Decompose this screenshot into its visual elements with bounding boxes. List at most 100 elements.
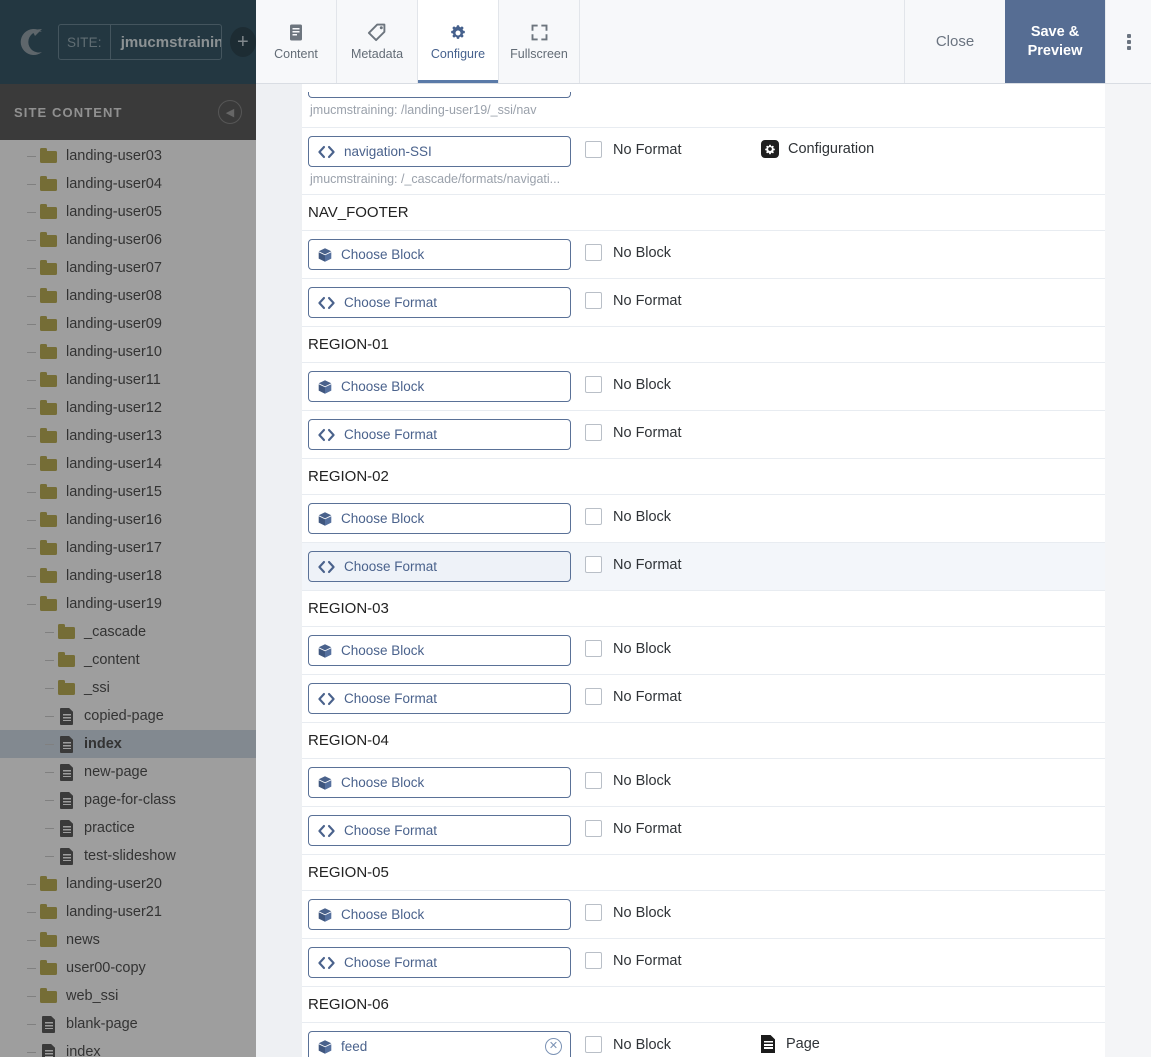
chooser-value: Choose Format xyxy=(344,295,438,310)
extra-label: Page xyxy=(786,1036,820,1052)
region-heading-label: REGION-06 xyxy=(308,996,389,1013)
chooser-column: Choose Block xyxy=(308,899,571,930)
row-extra-column xyxy=(761,503,1105,507)
checkbox-label: No Format xyxy=(613,141,682,158)
chooser-column: feed✕jmucmstraining: /landing-user19/_co… xyxy=(308,1031,571,1057)
document-icon xyxy=(287,23,305,43)
row-extra-column xyxy=(761,551,1105,555)
no-selection-column: No Format xyxy=(571,815,761,837)
no-block-checkbox[interactable] xyxy=(585,904,602,921)
choose-block-field[interactable]: feed ✕ xyxy=(308,1031,571,1057)
region-config-row: Choose Format No Format xyxy=(302,939,1105,987)
choose-format-field[interactable]: navigation-SSI xyxy=(308,136,571,167)
checkbox-label: No Format xyxy=(613,424,682,441)
chooser-value: feed xyxy=(341,1039,368,1054)
region-section-heading: NAV_FOOTER xyxy=(302,195,1105,231)
header-spacer xyxy=(580,0,905,83)
region-config-row: Choose Format No Format xyxy=(302,543,1105,591)
choose-block-field[interactable]: Choose Block xyxy=(308,371,571,402)
block-cube-icon xyxy=(317,907,333,923)
row-extra-column xyxy=(761,239,1105,243)
configure-modal: Content Metadata Configure Fullscreen Close… xyxy=(256,0,1151,1057)
no-block-checkbox[interactable] xyxy=(585,1036,602,1053)
tab-configure[interactable]: Configure xyxy=(418,0,499,83)
chooser-column: Choose Format xyxy=(308,947,571,978)
region-heading-label: REGION-01 xyxy=(308,336,389,353)
format-code-icon xyxy=(317,428,336,442)
extra-label: Configuration xyxy=(788,141,875,157)
no-format-checkbox[interactable] xyxy=(585,952,602,969)
checkbox-label: No Format xyxy=(613,820,682,837)
clear-selection-icon[interactable]: ✕ xyxy=(545,1038,562,1055)
no-selection-column: No Format xyxy=(571,551,761,573)
choose-block-field[interactable]: Choose Block xyxy=(308,635,571,666)
block-cube-icon xyxy=(317,643,333,659)
expand-icon xyxy=(530,23,549,43)
chooser-value: Choose Format xyxy=(344,427,438,442)
no-block-checkbox[interactable] xyxy=(585,244,602,261)
format-code-icon xyxy=(317,560,336,574)
block-cube-icon xyxy=(317,247,333,263)
region-config-row: Choose Block No Block xyxy=(302,759,1105,807)
chooser-column: Choose Block xyxy=(308,503,571,534)
save-and-preview-button[interactable]: Save & Preview xyxy=(1005,0,1105,83)
chooser-value: Choose Block xyxy=(341,379,425,394)
row-extra-column xyxy=(761,899,1105,903)
no-format-checkbox[interactable] xyxy=(585,141,602,158)
region-config-row: Choose Format No Format xyxy=(302,279,1105,327)
region-heading-label: REGION-05 xyxy=(308,864,389,881)
choose-format-field[interactable]: Choose Format xyxy=(308,419,571,450)
region-section-heading: REGION-03 xyxy=(302,591,1105,627)
kebab-menu-icon[interactable] xyxy=(1105,0,1151,83)
choose-format-field[interactable]: Choose Format xyxy=(308,287,571,318)
save-label-line1: Save & xyxy=(1030,24,1080,41)
no-format-checkbox[interactable] xyxy=(585,688,602,705)
no-selection-column: No Format xyxy=(571,136,761,158)
tab-fullscreen[interactable]: Fullscreen xyxy=(499,0,580,83)
no-selection-column: No Format xyxy=(571,683,761,705)
chooser-path-text: jmucmstraining: /landing-user19/_ssi/nav xyxy=(310,103,537,117)
no-block-checkbox[interactable] xyxy=(585,640,602,657)
chooser-value: Choose Format xyxy=(344,955,438,970)
scroll-track[interactable] xyxy=(1105,84,1151,1057)
tab-label: Configure xyxy=(430,46,486,61)
row-extra-column xyxy=(761,947,1105,951)
no-selection-column: No Block xyxy=(571,503,761,525)
region-section-heading: REGION-02 xyxy=(302,459,1105,495)
choose-block-field[interactable]: Choose Block xyxy=(308,239,571,270)
gear-icon xyxy=(448,23,468,43)
checkbox-label: No Block xyxy=(613,904,672,921)
no-format-checkbox[interactable] xyxy=(585,424,602,441)
tab-label: Content xyxy=(274,46,318,61)
chooser-value: Choose Format xyxy=(344,559,438,574)
no-selection-column: No Block xyxy=(571,371,761,393)
tab-content[interactable]: Content xyxy=(256,0,337,83)
choose-format-field[interactable]: Choose Format xyxy=(308,551,571,582)
block-cube-icon xyxy=(317,775,333,791)
choose-format-field[interactable]: Choose Format xyxy=(308,815,571,846)
chooser-column: Choose Block xyxy=(308,371,571,402)
choose-format-field[interactable]: Choose Format xyxy=(308,947,571,978)
no-block-checkbox[interactable] xyxy=(585,772,602,789)
chooser-column: Choose Format xyxy=(308,287,571,318)
no-block-checkbox[interactable] xyxy=(585,376,602,393)
chooser-column: Choose Format xyxy=(308,683,571,714)
choose-block-field[interactable]: Choose Block xyxy=(308,503,571,534)
region-config-row: feed✕jmucmstraining: /landing-user19/_co… xyxy=(302,1023,1105,1057)
choose-format-field[interactable]: Choose Format xyxy=(308,683,571,714)
choose-block-field[interactable]: Choose Block xyxy=(308,899,571,930)
checkbox-label: No Block xyxy=(613,772,672,789)
no-format-checkbox[interactable] xyxy=(585,556,602,573)
close-button[interactable]: Close xyxy=(905,0,1005,83)
no-block-checkbox[interactable] xyxy=(585,508,602,525)
no-format-checkbox[interactable] xyxy=(585,292,602,309)
format-code-icon xyxy=(317,692,336,706)
no-format-checkbox[interactable] xyxy=(585,820,602,837)
choose-block-field[interactable]: Choose Block xyxy=(308,767,571,798)
no-selection-column: No Block xyxy=(571,239,761,261)
chooser-column: Choose Block xyxy=(308,767,571,798)
tab-metadata[interactable]: Metadata xyxy=(337,0,418,83)
configuration-gear-icon xyxy=(761,140,779,158)
no-selection-column: No Block xyxy=(571,767,761,789)
modal-tabs[interactable]: Content Metadata Configure Fullscreen xyxy=(256,0,580,83)
